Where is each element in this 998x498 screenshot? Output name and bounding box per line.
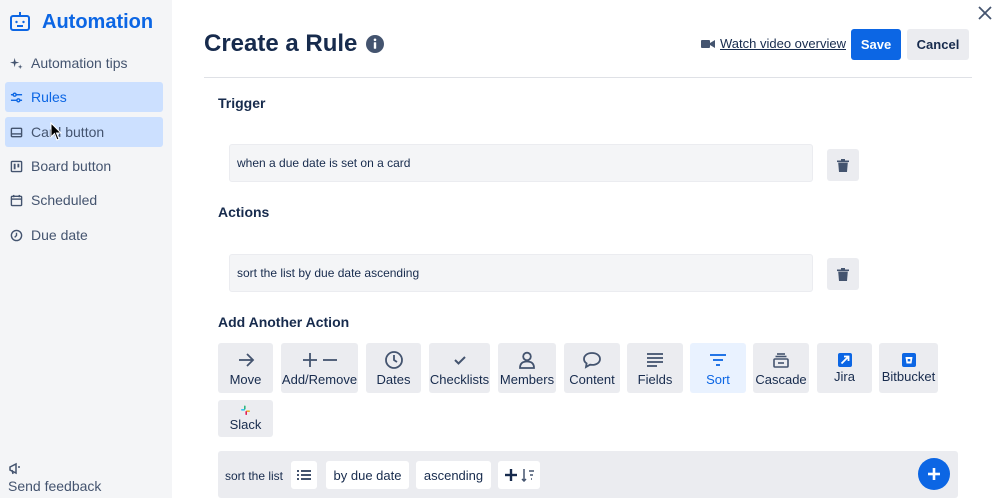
sidebar-item-label: Automation tips — [31, 55, 128, 71]
action-tile-fields[interactable]: Fields — [627, 343, 683, 393]
tile-label: Cascade — [755, 371, 807, 387]
tile-label: Content — [569, 371, 615, 387]
action-tile-content[interactable]: Content — [564, 343, 620, 393]
robot-icon — [10, 12, 30, 31]
action-tile-dates[interactable]: Dates — [366, 343, 421, 393]
action-tile-members[interactable]: Members — [498, 343, 556, 393]
tile-label: Sort — [706, 371, 730, 387]
clock-icon — [384, 350, 404, 370]
action-tile-bitbucket[interactable]: Bitbucket — [879, 343, 938, 393]
list-select-button[interactable] — [291, 461, 317, 489]
trash-icon — [837, 158, 849, 172]
tile-label: Bitbucket — [881, 368, 936, 384]
action-tile-checklists[interactable]: Checklists — [429, 343, 490, 393]
tile-label: Dates — [376, 371, 411, 387]
sidebar: Automation Automation tips Rules Card bu… — [0, 0, 172, 498]
action-tile-move[interactable]: Move — [218, 343, 273, 393]
mouse-cursor-icon — [50, 122, 63, 141]
trigger-heading: Trigger — [218, 95, 266, 111]
sidebar-item-label: Due date — [31, 227, 88, 243]
plus-icon — [928, 468, 940, 480]
sort-order-dropdown[interactable]: ascending — [416, 461, 491, 489]
brand-title: Automation — [42, 10, 154, 33]
sidebar-item-automation-tips[interactable]: Automation tips — [5, 48, 163, 78]
page-title-text: Create a Rule — [204, 30, 358, 57]
jira-icon — [837, 352, 852, 367]
trash-icon — [837, 267, 849, 281]
header-divider — [204, 77, 972, 78]
sidebar-item-rules[interactable]: Rules — [5, 82, 163, 112]
delete-trigger-button[interactable] — [827, 149, 859, 181]
sidebar-item-label: Rules — [31, 89, 67, 105]
tile-label: Slack — [229, 417, 262, 432]
trigger-rule[interactable]: when a due date is set on a card — [229, 144, 813, 182]
comment-icon — [582, 350, 602, 370]
tile-label: Members — [499, 371, 555, 387]
action-rule[interactable]: sort the list by due date ascending — [229, 254, 813, 292]
filter-icon — [708, 350, 728, 370]
calendar-icon — [10, 194, 23, 207]
tile-label: Fields — [637, 371, 673, 387]
video-camera-icon — [701, 39, 715, 48]
sort-descending-icon — [520, 469, 534, 482]
action-builder: sort the list by due date ascending — [218, 451, 958, 498]
sidebar-item-label: Board button — [31, 158, 112, 174]
action-tile-cascade[interactable]: Cascade — [753, 343, 809, 393]
tile-label: Checklists — [429, 371, 490, 387]
person-icon — [517, 350, 537, 370]
add-action-button[interactable] — [918, 458, 950, 490]
watch-video-link[interactable]: Watch video overview — [701, 36, 846, 51]
text-lines-icon — [645, 350, 665, 370]
tile-label: Jira — [834, 368, 855, 384]
plus-icon — [504, 469, 517, 481]
bitbucket-icon — [901, 352, 916, 367]
sidebar-item-scheduled[interactable]: Scheduled — [5, 185, 163, 215]
plus-minus-icon — [300, 350, 340, 370]
add-action-heading: Add Another Action — [218, 314, 350, 330]
sidebar-item-label: Card button — [31, 124, 105, 140]
board-icon — [10, 160, 23, 173]
sidebar-item-card-button[interactable]: Card button — [5, 117, 163, 147]
delete-action-button[interactable] — [827, 258, 859, 290]
close-icon[interactable] — [976, 4, 994, 22]
actions-heading: Actions — [218, 204, 270, 220]
sliders-icon — [10, 91, 23, 104]
list-icon — [297, 470, 311, 480]
clock-icon — [10, 229, 23, 242]
send-feedback-link[interactable]: Send feedback — [8, 462, 101, 494]
action-tile-sort[interactable]: Sort — [690, 343, 746, 393]
sidebar-item-board-button[interactable]: Board button — [5, 151, 163, 181]
builder-prefix: sort the list — [225, 469, 284, 483]
action-tile-jira[interactable]: Jira — [817, 343, 872, 393]
sort-by-dropdown[interactable]: by due date — [326, 461, 409, 489]
cancel-button[interactable]: Cancel — [907, 29, 969, 60]
stack-icon — [771, 350, 791, 370]
tile-label: Add/Remove — [281, 371, 358, 387]
page-title: Create a Rule — [204, 30, 385, 58]
action-tile-add-remove[interactable]: Add/Remove — [281, 343, 358, 393]
add-sort-button[interactable] — [498, 461, 540, 489]
check-icon — [450, 350, 470, 370]
slack-icon — [239, 405, 253, 416]
brand[interactable]: Automation — [8, 10, 153, 34]
tile-label: Move — [229, 371, 262, 387]
info-icon[interactable] — [365, 34, 385, 54]
watch-video-label: Watch video overview — [720, 36, 846, 51]
sidebar-item-due-date[interactable]: Due date — [5, 220, 163, 250]
arrow-right-icon — [236, 350, 256, 370]
sparkle-icon — [10, 57, 23, 70]
megaphone-icon — [9, 462, 20, 475]
card-icon — [10, 126, 23, 139]
action-tile-slack[interactable]: Slack — [218, 400, 273, 437]
save-button[interactable]: Save — [851, 29, 901, 60]
feedback-label: Send feedback — [8, 478, 102, 494]
sidebar-item-label: Scheduled — [31, 192, 98, 208]
